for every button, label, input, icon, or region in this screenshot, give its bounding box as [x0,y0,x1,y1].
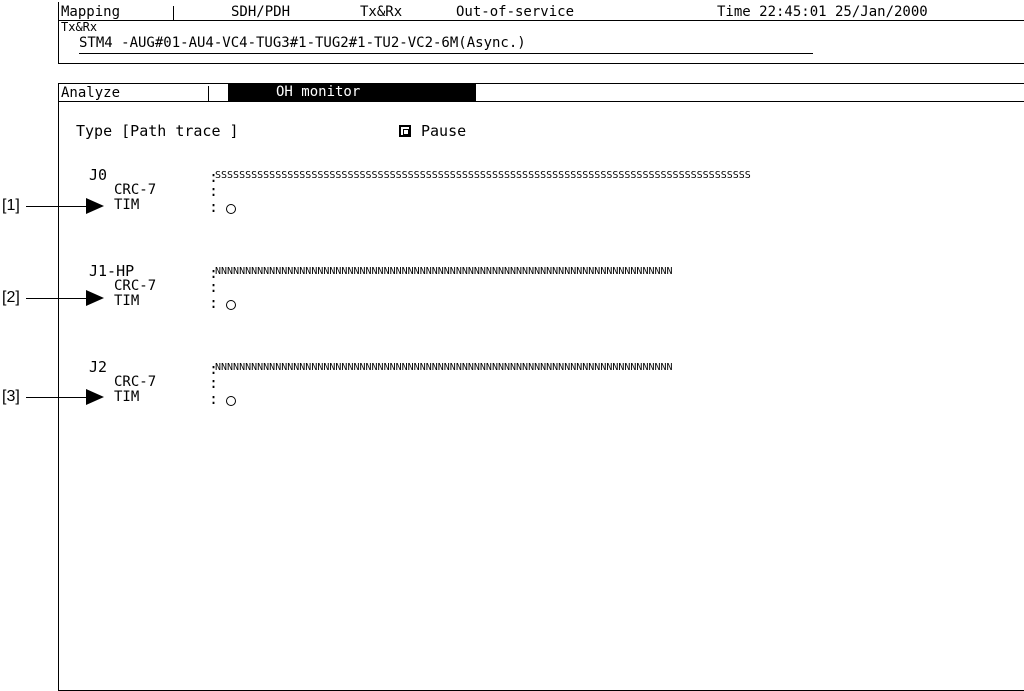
checkbox-icon[interactable] [399,125,411,137]
divider [59,20,1024,21]
j2-tim-label: TIM [114,389,140,405]
service-label: Out-of-service [456,4,575,20]
pause-toggle[interactable]: Pause [399,122,466,140]
callout-3-label: [3] [2,388,20,405]
j0-tim-label: TIM [114,197,140,213]
status-header: Mapping SDH/PDH Tx&Rx Out-of-service Tim… [58,2,1024,64]
time-label: Time 22:45:01 25/Jan/2000 [717,4,928,20]
arrow-right-icon [86,389,104,405]
direction-label: Tx&Rx [360,4,403,20]
divider [173,6,174,21]
mapping-path: STM4 -AUG#01-AU4-VC4-TUG3#1-TUG2#1-TU2-V… [79,35,526,51]
j0-crc-label: CRC-7 [114,182,157,198]
callout-line [26,397,86,398]
separator: : [209,198,219,216]
separator: : [209,390,219,408]
arrow-right-icon [86,290,104,306]
arrow-right-icon [86,198,104,214]
j0-trace-value: SSSSSSSSSSSSSSSSSSSSSSSSSSSSSSSSSSSSSSSS… [215,170,751,181]
j0-label: J0 [89,166,108,184]
mapping-label: Mapping [61,4,121,20]
j0-tim-indicator-icon [226,204,236,214]
status-bar: Mapping SDH/PDH Tx&Rx Out-of-service Tim… [59,4,1024,21]
tab-oh-monitor[interactable]: OH monitor [228,84,476,101]
callout-line [26,298,86,299]
divider [79,53,813,54]
oh-monitor-panel: Analyze OH monitor Type [Path trace ] Pa… [58,83,1024,691]
j1-hp-crc-label: CRC-7 [114,278,157,294]
separator: : [209,294,219,312]
divider [59,101,1024,102]
j1-hp-tim-indicator-icon [226,300,236,310]
mode-label: SDH/PDH [231,4,291,20]
j2-tim-indicator-icon [226,396,236,406]
callout-1-label: [1] [2,197,20,214]
tab-analyze[interactable]: Analyze [61,85,120,101]
type-selector[interactable]: Type [Path trace ] [76,122,239,140]
tab-bar: Analyze OH monitor [59,84,1024,102]
pause-label: Pause [421,122,467,140]
sub-label: Tx&Rx [61,20,98,34]
callout-line [26,206,86,207]
j2-crc-label: CRC-7 [114,374,157,390]
j1-hp-tim-label: TIM [114,293,140,309]
j2-label: J2 [89,358,108,376]
j2-trace-value: NNNNNNNNNNNNNNNNNNNNNNNNNNNNNNNNNNNNNNNN… [215,362,673,373]
divider [208,86,209,101]
j1-hp-trace-value: NNNNNNNNNNNNNNNNNNNNNNNNNNNNNNNNNNNNNNNN… [215,266,673,277]
callout-2-label: [2] [2,289,20,306]
